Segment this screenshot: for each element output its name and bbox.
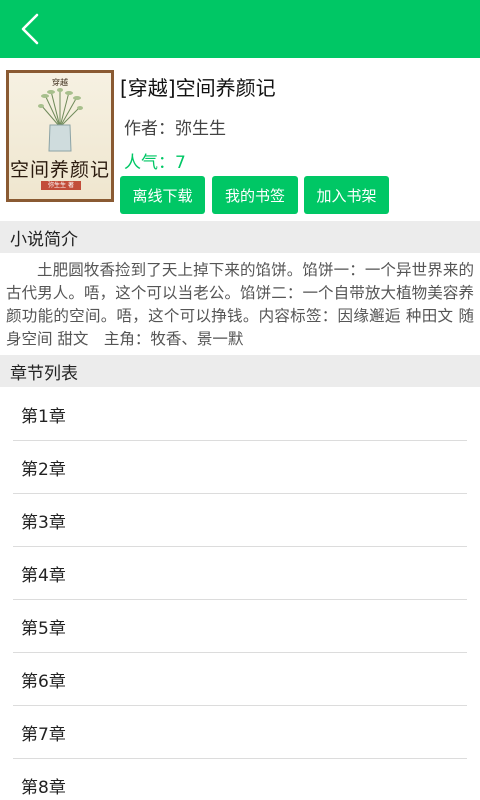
top-app-bar [0, 0, 480, 58]
intro-text: 土肥圆牧香捡到了天上掉下来的馅饼。馅饼一：一个异世界来的古代男人。唔，这个可以当… [6, 261, 474, 348]
book-cover-art: 穿越 空间养颜记 弥生生 著 [9, 73, 111, 199]
my-bookmarks-button[interactable]: 我的书签 [212, 176, 298, 214]
book-author: 作者：弥生生 [124, 119, 226, 139]
chapter-item[interactable]: 第4章 [13, 547, 467, 600]
cover-author-stamp: 弥生生 著 [41, 181, 81, 190]
cover-title: 空间养颜记 [9, 159, 110, 181]
chapter-item[interactable]: 第1章 [13, 388, 467, 441]
chapter-item[interactable]: 第8章 [13, 759, 467, 800]
chapter-item[interactable]: 第5章 [13, 600, 467, 653]
intro-section-header: 小说简介 [0, 221, 480, 253]
chapters-heading: 章节列表 [10, 363, 78, 384]
chapter-label: 第6章 [21, 671, 66, 692]
chapter-item[interactable]: 第6章 [13, 653, 467, 706]
chapter-label: 第4章 [21, 565, 66, 586]
chapter-label: 第5章 [21, 618, 66, 639]
chapter-list: 第1章 第2章 第3章 第4章 第5章 第6章 第7章 第8章 [0, 388, 480, 800]
chapter-label: 第3章 [21, 512, 66, 533]
offline-download-button[interactable]: 离线下载 [120, 176, 205, 214]
back-button[interactable] [4, 0, 56, 58]
chapters-section-header: 章节列表 [0, 355, 480, 387]
add-to-shelf-button[interactable]: 加入书架 [304, 176, 389, 214]
chapter-item[interactable]: 第2章 [13, 441, 467, 494]
book-cover[interactable]: 穿越 空间养颜记 弥生生 著 [6, 70, 114, 202]
intro-heading: 小说简介 [10, 229, 78, 250]
book-title: [穿越]空间养颜记 [120, 76, 276, 100]
chapter-label: 第8章 [21, 777, 66, 798]
chapter-label: 第1章 [21, 406, 66, 427]
book-info-panel: 穿越 空间养颜记 弥生生 著 [穿越]空间养颜记 作者：弥生生 人气：7 离线下… [0, 58, 480, 220]
chapter-item[interactable]: 第3章 [13, 494, 467, 547]
chevron-left-icon [21, 13, 39, 45]
vase-illustration [38, 88, 83, 152]
chapter-item[interactable]: 第7章 [13, 706, 467, 759]
chapter-label: 第2章 [21, 459, 66, 480]
book-popularity: 人气：7 [124, 153, 186, 173]
chapter-label: 第7章 [21, 724, 66, 745]
